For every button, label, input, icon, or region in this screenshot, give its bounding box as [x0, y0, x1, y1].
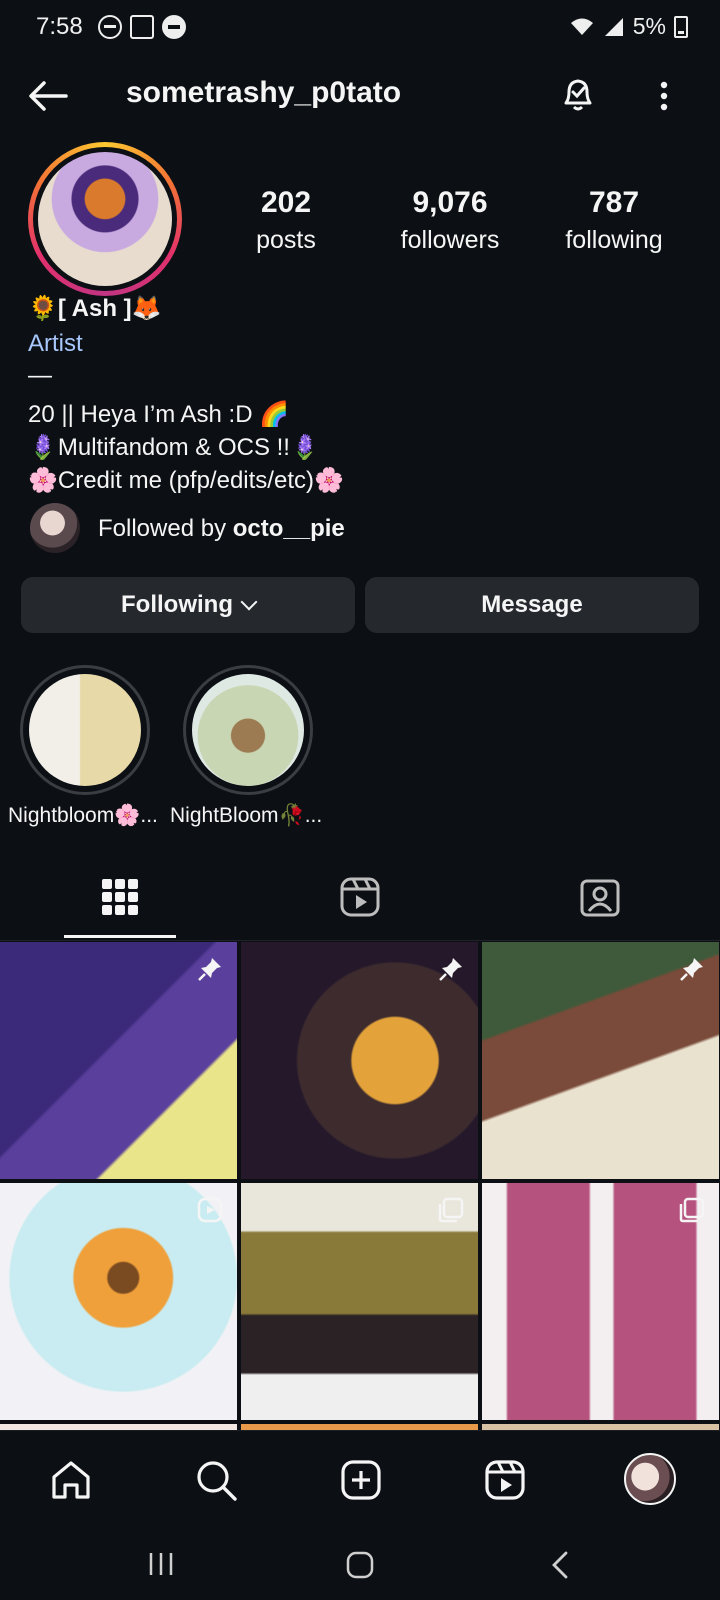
stat-followers[interactable]: 9,076 followers — [380, 186, 520, 255]
grid-post-5[interactable] — [241, 1183, 478, 1420]
following-count: 787 — [588, 186, 640, 219]
battery-percent: 5% — [632, 13, 666, 39]
message-button-label: Message — [481, 591, 583, 618]
bell-check-icon[interactable] — [556, 72, 600, 116]
followed-by-user[interactable]: octo__pie — [233, 515, 345, 542]
followers-count: 9,076 — [412, 186, 488, 219]
reels-icon — [340, 877, 380, 917]
highlight-2[interactable] — [183, 665, 313, 795]
pin-icon — [438, 956, 464, 982]
highlight-2-cover — [192, 674, 304, 786]
pin-icon — [679, 956, 705, 982]
back-button-icon[interactable] — [548, 1550, 572, 1585]
signal-icon — [603, 16, 625, 38]
home-icon[interactable] — [48, 1457, 94, 1503]
following-label: following — [565, 226, 663, 254]
profile-avatar — [38, 152, 172, 286]
stat-following[interactable]: 787 following — [544, 186, 684, 255]
bottom-navigation — [0, 1430, 720, 1528]
highlight-1-label: Nightbloom🌸... — [8, 804, 158, 827]
tab-divider — [0, 940, 720, 941]
bio-line-1: — — [28, 362, 52, 389]
bio-line-2: 20 || Heya I’m Ash :D 🌈 — [28, 401, 290, 428]
reels-nav-icon[interactable] — [482, 1457, 528, 1503]
grid-post-6[interactable] — [482, 1183, 719, 1420]
create-icon[interactable] — [338, 1457, 384, 1503]
mutual-follower-avatar[interactable] — [30, 503, 80, 553]
do-not-disturb-icon — [98, 15, 122, 39]
active-tab-indicator — [64, 935, 176, 938]
status-bar: 7:58 5% — [0, 0, 720, 56]
carousel-icon — [679, 1197, 705, 1223]
system-navigation — [0, 1528, 720, 1600]
home-button-icon[interactable] — [345, 1550, 375, 1585]
followed-by-prefix: Followed by — [98, 515, 233, 542]
grid-icon — [102, 879, 138, 915]
minus-circle-icon — [162, 15, 186, 39]
profile-avatar-nav[interactable] — [624, 1453, 676, 1505]
profile-header: sometrashy_p0tato — [0, 56, 720, 136]
following-button-label: Following — [121, 591, 233, 618]
reels-tab[interactable] — [338, 875, 382, 919]
grid-tab[interactable] — [98, 875, 142, 919]
grid-post-1[interactable] — [0, 942, 237, 1179]
message-button[interactable]: Message — [365, 577, 699, 633]
back-arrow-icon[interactable] — [26, 74, 70, 118]
following-button[interactable]: Following — [21, 577, 355, 633]
search-icon[interactable] — [193, 1457, 239, 1503]
followers-label: followers — [400, 226, 500, 254]
grid-post-2[interactable] — [241, 942, 478, 1179]
reel-icon — [197, 1197, 223, 1223]
grid-post-4[interactable] — [0, 1183, 237, 1420]
tagged-tab[interactable] — [578, 875, 622, 919]
highlight-2-label: NightBloom🥀... — [170, 804, 323, 827]
battery-icon — [674, 15, 688, 38]
grid-post-3[interactable] — [482, 942, 719, 1179]
bio-line-3: 🪻Multifandom & OCS !!🪻 — [28, 434, 320, 461]
profile-category: Artist — [28, 330, 83, 357]
profile-avatar-story-ring[interactable] — [28, 142, 182, 296]
pin-icon — [197, 956, 223, 982]
display-name: 🌻[ Ash ]🦊 — [28, 295, 162, 322]
highlight-1-cover — [29, 674, 141, 786]
status-right: 5% — [569, 13, 688, 40]
wifi-icon — [569, 17, 595, 37]
carousel-icon — [438, 1197, 464, 1223]
followed-by-text[interactable]: Followed by octo__pie — [98, 515, 345, 543]
tagged-icon — [580, 879, 620, 917]
profile-username: sometrashy_p0tato — [126, 76, 402, 109]
chevron-down-icon — [240, 593, 258, 611]
status-notification-icons — [98, 15, 186, 39]
posts-label: posts — [256, 226, 316, 254]
image-icon — [130, 15, 154, 39]
bio-line-4: 🌸Credit me (pfp/edits/etc)🌸 — [28, 467, 344, 494]
posts-count: 202 — [260, 186, 312, 219]
more-vertical-icon[interactable] — [644, 74, 684, 118]
highlight-1[interactable] — [20, 665, 150, 795]
stat-posts[interactable]: 202 posts — [216, 186, 356, 255]
recent-apps-icon[interactable] — [147, 1550, 175, 1583]
status-time: 7:58 — [36, 13, 83, 40]
